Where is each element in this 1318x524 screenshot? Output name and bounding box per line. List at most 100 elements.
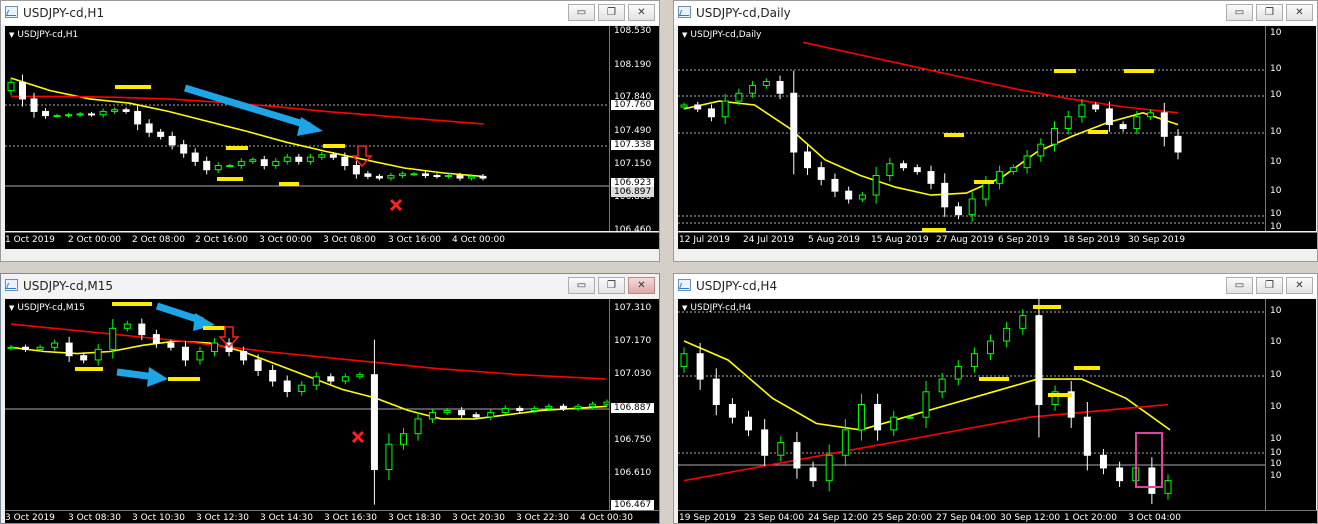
support-marker <box>1088 130 1108 134</box>
chart-window-icon <box>5 6 18 18</box>
price-label: 10 <box>1270 186 1282 196</box>
candle <box>53 113 61 118</box>
candle <box>385 433 393 481</box>
candle <box>51 339 59 351</box>
resistance-marker <box>1074 366 1100 370</box>
title-bar[interactable]: USDJPY-cd,M15 ▭ ❐ ✕ <box>1 274 659 298</box>
candle <box>825 444 833 492</box>
chart-plot-area[interactable]: USDJPY-cd,Daily <box>678 26 1265 231</box>
candle <box>76 111 84 117</box>
time-label: 3 Oct 16:00 <box>388 235 441 245</box>
title-bar[interactable]: USDJPY-cd,H4 ▭ ❐ ✕ <box>674 274 1317 298</box>
minimize-button[interactable]: ▭ <box>568 277 595 294</box>
candle <box>295 153 303 165</box>
candle <box>364 171 372 180</box>
resistance-marker <box>115 85 151 89</box>
time-label: 24 Jul 2019 <box>743 235 794 245</box>
price-label: 10 <box>1270 127 1282 137</box>
restore-button[interactable]: ❐ <box>1256 4 1283 21</box>
time-label: 3 Oct 08:30 <box>68 513 121 523</box>
candle <box>790 70 798 175</box>
chart-window-h1[interactable]: USDJPY-cd,H1 ▭ ❐ ✕ USDJPY-cd,H1 <box>0 0 660 262</box>
close-button[interactable]: ✕ <box>1286 4 1313 21</box>
price-axis: 10 10 10 10 10 10 10 10 <box>1265 26 1316 232</box>
candle <box>214 162 222 173</box>
candle <box>841 419 849 467</box>
resistance-marker <box>1033 305 1061 309</box>
candle <box>954 360 962 386</box>
window-title: USDJPY-cd,H4 <box>696 279 778 293</box>
price-label: 10 <box>1270 64 1282 74</box>
candle <box>761 419 769 467</box>
candle <box>516 405 524 414</box>
candle <box>260 155 268 170</box>
candle <box>1009 164 1017 175</box>
candle <box>479 173 487 181</box>
close-button[interactable]: ✕ <box>628 277 655 294</box>
time-axis: 12 Jul 2019 24 Jul 2019 5 Aug 2019 15 Au… <box>678 232 1317 249</box>
price-label: 107.170 <box>614 336 652 346</box>
candle <box>398 171 406 178</box>
time-label: 12 Jul 2019 <box>679 235 730 245</box>
restore-button[interactable]: ❐ <box>598 4 625 21</box>
support-marker <box>168 377 200 381</box>
candle <box>487 409 495 421</box>
time-label: 1 Oct 2019 <box>5 235 55 245</box>
candle <box>1147 109 1155 120</box>
time-label: 30 Sep 12:00 <box>1000 513 1061 523</box>
candle <box>123 320 131 332</box>
time-label: 3 Oct 08:00 <box>323 235 376 245</box>
title-bar[interactable]: USDJPY-cd,H1 ▭ ❐ ✕ <box>1 1 659 25</box>
chart-window-h4[interactable]: USDJPY-cd,H4 ▭ ❐ ✕ USDJPY-cd,H4 10 10 10… <box>673 273 1318 524</box>
time-label: 6 Sep 2019 <box>998 235 1050 245</box>
time-label: 3 Oct 2019 <box>5 513 55 523</box>
candle <box>707 104 715 122</box>
chart-window-daily[interactable]: USDJPY-cd,Daily ▭ ❐ ✕ USDJPY-cd,Daily 1 <box>673 0 1318 262</box>
price-line-tag: 107.338 <box>611 140 655 150</box>
price-label: 10 <box>1270 157 1282 167</box>
candle <box>845 186 853 204</box>
blue-arrow-head <box>147 367 168 387</box>
time-axis: 19 Sep 2019 23 Sep 04:00 24 Sep 12:00 25… <box>678 510 1317 523</box>
candle <box>886 157 894 182</box>
cross-mark-icon <box>351 430 365 444</box>
time-label: 3 Oct 00:00 <box>259 235 312 245</box>
candle <box>793 431 801 479</box>
close-button[interactable]: ✕ <box>628 4 655 21</box>
chart-plot-area[interactable]: USDJPY-cd,H4 <box>678 299 1265 510</box>
candle <box>203 156 211 175</box>
minimize-button[interactable]: ▭ <box>1226 4 1253 21</box>
time-label: 3 Oct 20:30 <box>452 513 505 523</box>
candle <box>1037 138 1045 162</box>
price-label: 10 <box>1270 448 1282 458</box>
time-label: 24 Sep 12:00 <box>808 513 869 523</box>
time-label: 27 Aug 2019 <box>936 235 994 245</box>
minimize-button[interactable]: ▭ <box>1226 277 1253 294</box>
resistance-marker <box>226 146 248 150</box>
candlestick-chart <box>5 74 609 212</box>
candle <box>99 108 107 118</box>
time-label: 5 Aug 2019 <box>808 235 860 245</box>
minimize-button[interactable]: ▭ <box>568 4 595 21</box>
candle <box>152 329 160 348</box>
time-label: 18 Sep 2019 <box>1063 235 1121 245</box>
candle <box>968 191 976 222</box>
chart-plot-area[interactable]: USDJPY-cd,H1 <box>5 26 609 231</box>
restore-button[interactable]: ❐ <box>1256 277 1283 294</box>
candle <box>298 381 306 396</box>
candle <box>890 410 898 437</box>
close-button[interactable]: ✕ <box>1286 277 1313 294</box>
candle <box>694 101 702 113</box>
current-price-tag: 106.887 <box>611 403 655 413</box>
restore-button[interactable]: ❐ <box>598 277 625 294</box>
candle <box>1064 110 1072 135</box>
chart-window-m15[interactable]: USDJPY-cd,M15 ▭ ❐ ✕ USDJPY-cd,M15 <box>0 273 660 524</box>
chart-plot-area[interactable]: USDJPY-cd,M15 <box>5 299 609 510</box>
price-label: 10 <box>1270 459 1282 469</box>
price-label: 10 <box>1270 471 1282 481</box>
price-label: 107.490 <box>614 126 652 136</box>
time-label: 3 Oct 10:30 <box>132 513 185 523</box>
title-bar[interactable]: USDJPY-cd,Daily ▭ ❐ ✕ <box>674 1 1317 25</box>
price-label: 108.530 <box>614 26 652 36</box>
candle <box>745 410 753 437</box>
